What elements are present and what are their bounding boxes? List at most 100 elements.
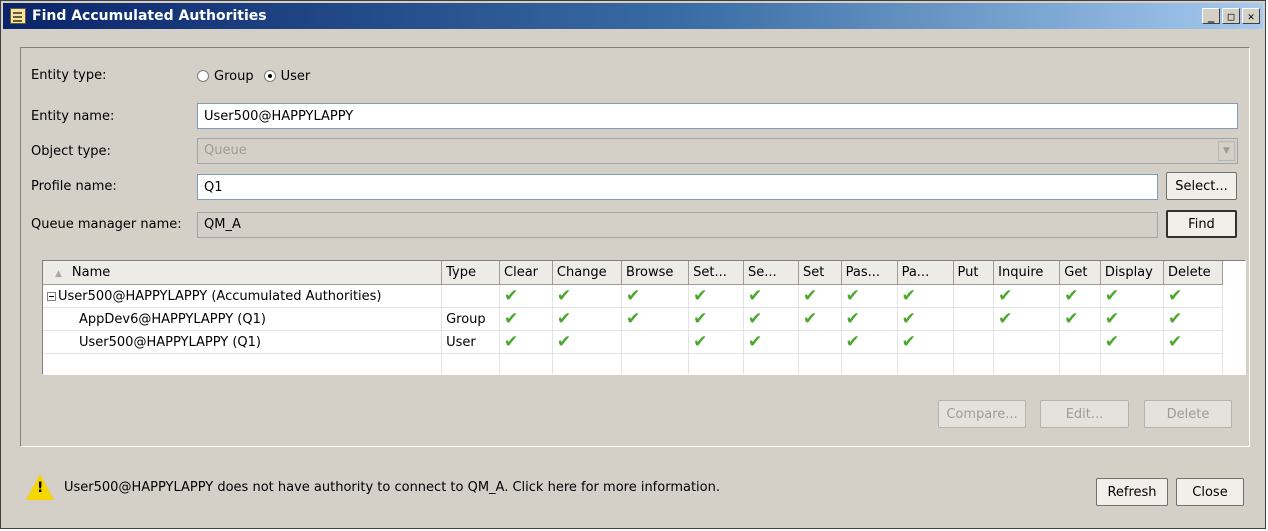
checkmark-icon: ✔ <box>693 308 708 329</box>
table-row[interactable]: User500@HAPPYLAPPY (Accumulated Authorit… <box>43 284 1224 308</box>
authority-cell: ✔ <box>499 284 553 308</box>
authority-cell: ✔ <box>1059 284 1101 308</box>
object-type-value: Queue <box>204 143 247 158</box>
empty-cell <box>1100 353 1164 374</box>
col-delete[interactable]: Delete <box>1163 261 1224 285</box>
close-window-button[interactable]: ✕ <box>1242 8 1260 24</box>
user-radio[interactable] <box>263 70 276 82</box>
delete-button[interactable]: Delete <box>1144 400 1232 428</box>
compare-button[interactable]: Compare... <box>938 400 1026 428</box>
window-title: Find Accumulated Authorities <box>32 8 267 24</box>
maximize-button[interactable]: □ <box>1222 8 1240 24</box>
authority-cell: ✔ <box>688 330 745 354</box>
col-put[interactable]: Put <box>953 261 995 285</box>
col-type[interactable]: Type <box>441 261 501 285</box>
group-radio[interactable] <box>197 70 209 82</box>
edit-button[interactable]: Edit... <box>1040 400 1129 428</box>
col-inquire[interactable]: Inquire <box>993 261 1061 285</box>
empty-cell <box>743 353 799 374</box>
authority-cell: ✔ <box>552 307 623 331</box>
row-name-cell[interactable]: User500@HAPPYLAPPY (Q1) <box>43 330 443 354</box>
authority-cell: ✔ <box>743 330 799 354</box>
entity-name-input[interactable] <box>197 103 1238 129</box>
empty-cell <box>798 353 842 374</box>
checkmark-icon: ✔ <box>748 308 763 329</box>
refresh-button[interactable]: Refresh <box>1096 478 1168 506</box>
minimize-button[interactable]: _ <box>1202 8 1220 24</box>
queue-manager-name-field[interactable]: QM_A <box>197 212 1158 238</box>
profile-name-input[interactable] <box>197 174 1158 200</box>
col-name[interactable]: ▲ Name <box>43 261 443 285</box>
empty-cell <box>953 353 995 374</box>
title-bar[interactable]: Find Accumulated Authorities _ □ ✕ <box>3 3 1263 29</box>
group-radio-label[interactable]: Group <box>214 69 254 84</box>
col-browse[interactable]: Browse <box>621 261 690 285</box>
sort-up-icon: ▲ <box>55 269 62 279</box>
authority-cell: ✔ <box>993 307 1061 331</box>
empty-cell <box>43 353 443 374</box>
find-button[interactable]: Find <box>1166 210 1237 238</box>
checkmark-icon: ✔ <box>1064 308 1079 329</box>
checkmark-icon: ✔ <box>626 308 641 329</box>
checkmark-icon: ✔ <box>1104 308 1120 329</box>
row-name: AppDev6@HAPPYLAPPY (Q1) <box>79 311 266 327</box>
status-message[interactable]: User500@HAPPYLAPPY does not have authori… <box>26 474 720 500</box>
empty-cell <box>841 353 898 374</box>
status-text[interactable]: User500@HAPPYLAPPY does not have authori… <box>64 480 720 495</box>
col-pass-id[interactable]: Pa... <box>897 261 954 285</box>
authority-cell: ✔ <box>1059 307 1101 331</box>
authority-cell <box>953 284 995 308</box>
col-set-all[interactable]: Set... <box>688 261 745 285</box>
select-button[interactable]: Select... <box>1166 172 1237 200</box>
col-set-ctx[interactable]: Se... <box>743 261 799 285</box>
authority-cell: ✔ <box>499 307 553 331</box>
entity-type-label: Entity type: <box>31 68 107 83</box>
authority-cell <box>953 330 995 354</box>
checkmark-icon: ✔ <box>1167 308 1183 329</box>
row-name-cell[interactable]: AppDev6@HAPPYLAPPY (Q1) <box>43 307 443 331</box>
authority-cell: ✔ <box>743 307 799 331</box>
col-clear[interactable]: Clear <box>499 261 553 285</box>
profile-name-label: Profile name: <box>31 179 117 194</box>
col-pass-all[interactable]: Pas... <box>841 261 898 285</box>
checkmark-icon: ✔ <box>556 308 572 329</box>
checkmark-icon: ✔ <box>998 285 1013 306</box>
authority-cell: ✔ <box>552 330 623 354</box>
empty-cell <box>621 353 690 374</box>
object-type-select[interactable]: Queue ▼ <box>197 138 1238 164</box>
empty-cell <box>688 353 745 374</box>
authority-cell: ✔ <box>841 330 898 354</box>
row-name-cell[interactable]: User500@HAPPYLAPPY (Accumulated Authorit… <box>43 284 443 308</box>
collapse-toggle-icon[interactable] <box>47 291 56 301</box>
authority-cell: ✔ <box>1100 307 1164 331</box>
checkmark-icon: ✔ <box>748 331 763 352</box>
close-button[interactable]: Close <box>1176 478 1244 506</box>
authority-cell: ✔ <box>688 307 745 331</box>
checkmark-icon: ✔ <box>556 285 572 306</box>
chevron-down-icon[interactable]: ▼ <box>1218 141 1235 161</box>
row-name: User500@HAPPYLAPPY (Accumulated Authorit… <box>58 288 382 304</box>
checkmark-icon: ✔ <box>693 331 708 352</box>
checkmark-icon: ✔ <box>901 331 916 352</box>
col-set[interactable]: Set <box>798 261 842 285</box>
table-row[interactable]: AppDev6@HAPPYLAPPY (Q1) Group ✔ ✔ ✔ ✔ ✔ ✔ ✔ ✔ ✔ ✔ ✔ ✔ <box>43 307 1224 331</box>
col-get[interactable]: Get <box>1059 261 1101 285</box>
checkmark-icon: ✔ <box>504 308 519 329</box>
search-panel: Entity type: Group User Entity name: Obj… <box>20 47 1250 447</box>
entity-name-label: Entity name: <box>31 109 115 124</box>
col-display[interactable]: Display <box>1100 261 1164 285</box>
row-type-cell: User <box>441 330 501 354</box>
empty-cell <box>1163 353 1224 374</box>
app-icon <box>10 8 26 24</box>
col-change[interactable]: Change <box>552 261 623 285</box>
find-accumulated-authorities-window: Find Accumulated Authorities _ □ ✕ Entit… <box>0 0 1266 529</box>
checkmark-icon: ✔ <box>1167 285 1183 306</box>
authority-cell: ✔ <box>621 307 690 331</box>
table-row[interactable]: User500@HAPPYLAPPY (Q1) User ✔ ✔ ✔ ✔ ✔ ✔ ✔ ✔ <box>43 330 1224 354</box>
authority-cell: ✔ <box>1100 330 1164 354</box>
checkmark-icon: ✔ <box>1104 285 1120 306</box>
user-radio-label[interactable]: User <box>281 69 311 84</box>
authority-cell: ✔ <box>897 307 954 331</box>
authority-cell: ✔ <box>798 284 842 308</box>
checkmark-icon: ✔ <box>748 285 763 306</box>
